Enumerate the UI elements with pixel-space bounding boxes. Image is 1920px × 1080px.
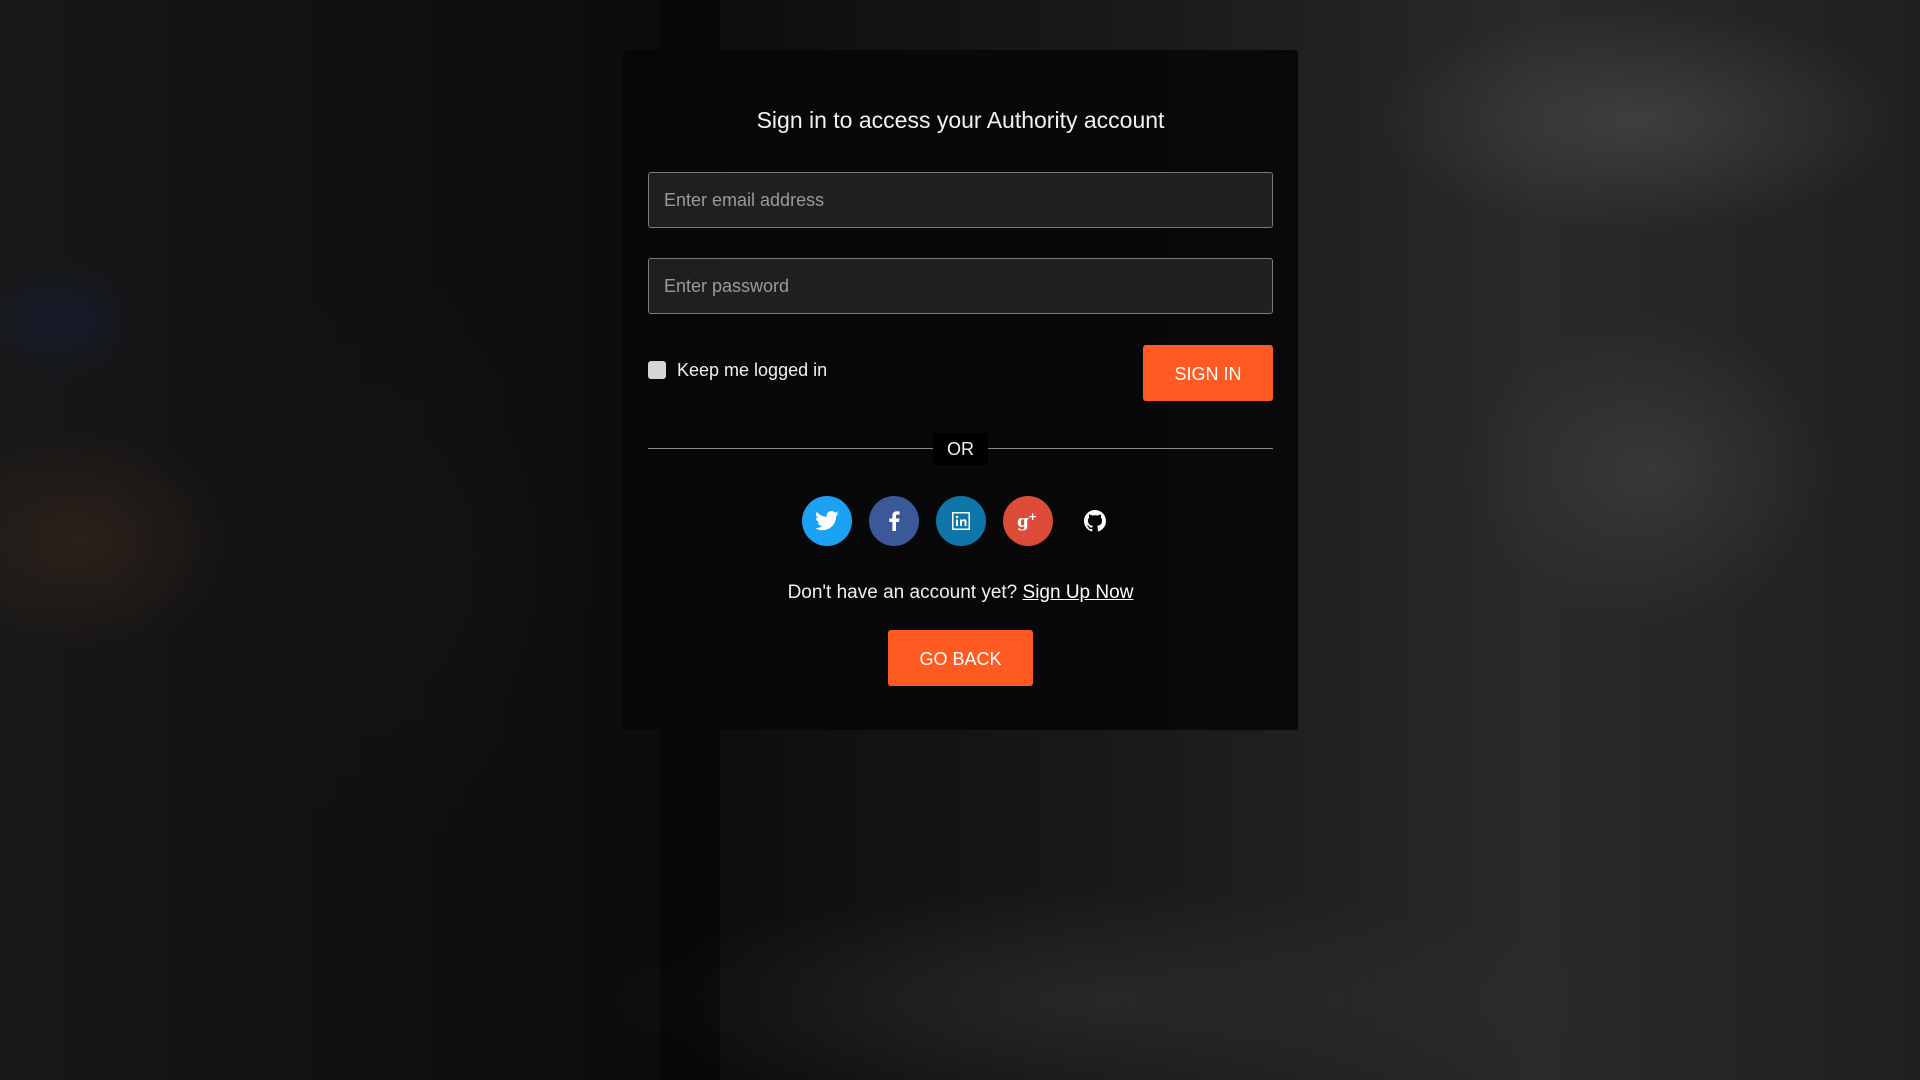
sign-in-button[interactable]: SIGN IN xyxy=(1143,345,1273,401)
google-plus-login-button[interactable]: g + xyxy=(1002,496,1053,546)
signup-prompt-text: Don't have an account yet? xyxy=(787,582,1018,603)
linkedin-login-button[interactable] xyxy=(935,496,986,546)
or-divider-label: OR xyxy=(933,433,988,465)
divider-line-right xyxy=(988,448,1273,449)
page-title: Sign in to access your Authority account xyxy=(756,107,1165,133)
svg-text:+: + xyxy=(1028,511,1037,523)
keep-logged-in-label: Keep me logged in xyxy=(677,359,828,380)
sign-up-link[interactable]: Sign Up Now xyxy=(1023,582,1134,603)
social-login-buttons: g + xyxy=(623,496,1298,546)
google-plus-icon: g + xyxy=(1017,511,1037,531)
twitter-login-button[interactable] xyxy=(801,496,852,546)
facebook-icon xyxy=(888,511,900,531)
twitter-icon xyxy=(814,511,839,531)
linkedin-icon xyxy=(951,512,970,530)
password-field[interactable] xyxy=(648,258,1273,314)
sign-in-card: Sign in to access your Authority account… xyxy=(623,50,1298,730)
signup-prompt: Don't have an account yet? Sign Up Now xyxy=(623,580,1298,606)
facebook-login-button[interactable] xyxy=(868,496,919,546)
github-icon xyxy=(1083,510,1106,532)
email-field[interactable] xyxy=(648,172,1273,228)
keep-logged-in-checkbox[interactable]: Keep me logged in xyxy=(648,358,827,382)
github-login-button[interactable] xyxy=(1069,496,1120,546)
checkbox-box[interactable] xyxy=(648,361,666,379)
go-back-button[interactable]: GO BACK xyxy=(888,630,1033,686)
divider-line-left xyxy=(648,448,933,449)
